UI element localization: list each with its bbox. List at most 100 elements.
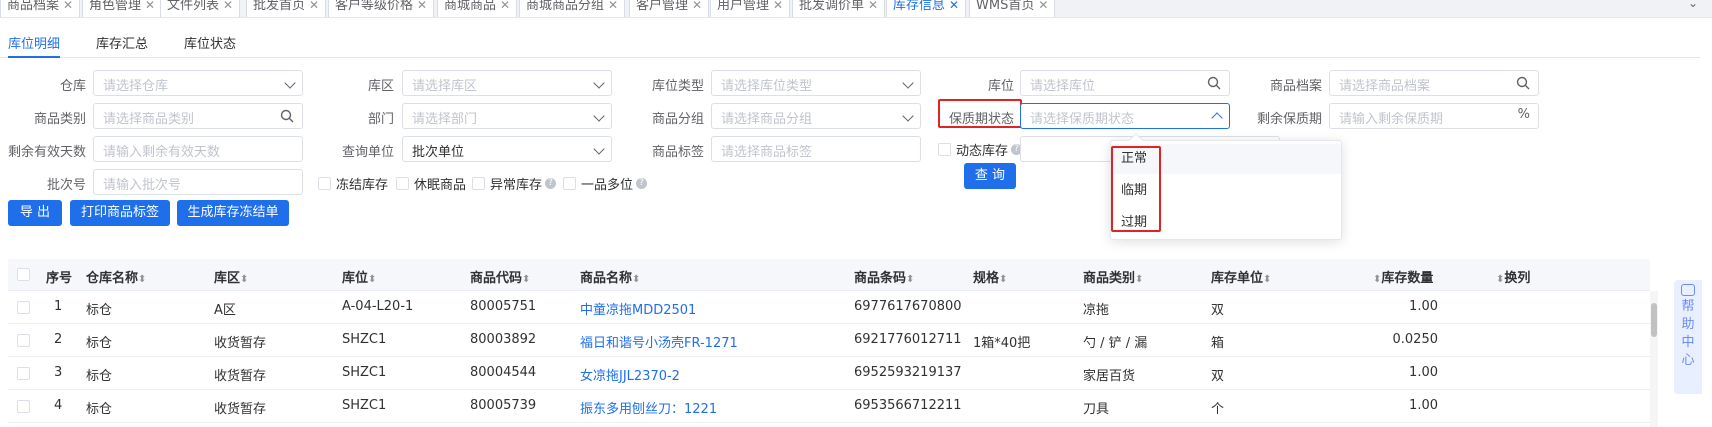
cell-product-name-link[interactable]: 福日和谐号小汤壳FR-1271 — [580, 332, 738, 351]
sort-icon[interactable]: ⬍ — [138, 274, 146, 285]
checkbox-box[interactable] — [396, 177, 409, 190]
location-select[interactable]: 请选择库位 — [1020, 70, 1230, 96]
checkbox-box[interactable] — [318, 177, 331, 190]
export-button[interactable]: 导 出 — [8, 200, 62, 226]
table-row[interactable]: 2 标仓 收货暂存 SHZC1 80003892 福日和谐号小汤壳FR-1271… — [8, 324, 1650, 357]
col-category[interactable]: 商品类别⬍ — [1083, 267, 1143, 286]
frozen-stock-checkbox[interactable]: 冻结库存 — [318, 174, 388, 193]
cell-product-name-link[interactable]: 女凉拖JJL2370-2 — [580, 365, 680, 384]
tab-user-management[interactable]: 用户管理 ✕ — [710, 0, 791, 17]
chevron-down-icon[interactable]: ⌄ — [1688, 0, 1698, 10]
tab-mall-product-group[interactable]: 商城商品分组 ✕ — [519, 0, 626, 17]
close-icon[interactable]: ✕ — [145, 0, 155, 12]
sort-icon[interactable]: ⬍ — [240, 274, 248, 285]
row-checkbox[interactable] — [17, 301, 30, 314]
tab-customer-level-price[interactable]: 客户等级价格 ✕ — [328, 0, 435, 17]
table-scrollbar-thumb[interactable] — [1651, 303, 1657, 337]
multi-location-checkbox[interactable]: 一品多位? — [563, 174, 648, 193]
query-unit-select[interactable]: 批次单位 — [402, 136, 612, 162]
search-icon[interactable] — [1207, 76, 1221, 90]
sort-icon[interactable]: ⬍ — [1135, 274, 1143, 285]
cell-product-name-link[interactable]: 中童凉拖MDD2501 — [580, 299, 696, 318]
print-label-button[interactable]: 打印商品标签 — [70, 200, 170, 226]
close-icon[interactable]: ✕ — [1038, 0, 1048, 12]
generate-freeze-button[interactable]: 生成库存冻结单 — [177, 200, 289, 226]
tab-role-management[interactable]: 角色管理 ✕ — [82, 0, 163, 17]
shelf-status-select[interactable]: 请选择保质期状态 — [1020, 103, 1230, 129]
close-icon[interactable]: ✕ — [417, 0, 427, 12]
cell-product-name-link[interactable]: 振东多用刨丝刀：1221 — [580, 398, 717, 417]
batch-no-input[interactable]: 请输入批次号 — [93, 169, 303, 195]
sort-icon[interactable]: ⬍ — [368, 274, 376, 285]
help-icon[interactable]: ? — [636, 178, 648, 189]
checkbox-box[interactable] — [563, 177, 576, 190]
col-zone[interactable]: 库区⬍ — [214, 267, 248, 286]
remaining-days-input[interactable]: 请输入剩余有效天数 — [93, 136, 303, 162]
close-icon[interactable]: ✕ — [608, 0, 618, 12]
col-quantity[interactable]: ⬍库存数量 — [1373, 267, 1433, 286]
query-button[interactable]: 查 询 — [964, 163, 1016, 189]
close-icon[interactable]: ✕ — [63, 0, 73, 12]
abnormal-stock-checkbox[interactable]: 异常库存? — [472, 174, 557, 193]
tab-mall-product[interactable]: 商城商品 ✕ — [437, 0, 518, 17]
table-row[interactable]: 1 标仓 A区 A-04-L20-1 80005751 中童凉拖MDD2501 … — [8, 291, 1650, 324]
help-icon[interactable]: ? — [545, 178, 557, 189]
department-select[interactable]: 请选择部门 — [402, 103, 612, 129]
col-spec[interactable]: 规格⬍ — [973, 267, 1007, 286]
category-select[interactable]: 请选择商品类别 — [93, 103, 303, 129]
select-all-checkbox[interactable] — [17, 268, 30, 281]
close-icon[interactable]: ✕ — [868, 0, 878, 12]
table-row[interactable]: 4 标仓 收货暂存 SHZC1 80005739 振东多用刨丝刀：1221 69… — [8, 390, 1650, 423]
row-checkbox[interactable] — [17, 334, 30, 347]
search-icon[interactable] — [1516, 76, 1530, 90]
remaining-shelf-input[interactable]: 请输入剩余保质期 % — [1329, 103, 1539, 129]
tab-inventory-info[interactable]: 库存信息 ✕ — [886, 0, 967, 17]
col-warehouse[interactable]: 仓库名称⬍ — [86, 267, 146, 286]
tab-file-list[interactable]: 文件列表 ✕ — [160, 0, 241, 17]
option-expired[interactable]: 过期 — [1111, 208, 1341, 238]
close-icon[interactable]: ✕ — [309, 0, 319, 12]
product-archive-select[interactable]: 请选择商品档案 — [1329, 70, 1539, 96]
row-checkbox[interactable] — [17, 367, 30, 380]
checkbox-box[interactable] — [938, 143, 951, 156]
close-icon[interactable]: ✕ — [692, 0, 702, 12]
help-center-tab[interactable]: 帮 助 中 心 — [1674, 280, 1702, 394]
col-switch[interactable]: ⬍换列 — [1496, 267, 1530, 286]
col-barcode[interactable]: 商品条码⬍ — [854, 267, 914, 286]
sort-icon[interactable]: ⬍ — [522, 274, 530, 285]
sort-icon[interactable]: ⬍ — [632, 274, 640, 285]
close-icon[interactable]: ✕ — [223, 0, 233, 12]
close-icon[interactable]: ✕ — [949, 0, 959, 12]
row-checkbox[interactable] — [17, 400, 30, 413]
subtab-inventory-summary[interactable]: 库存汇总 — [96, 33, 148, 58]
checkbox-box[interactable] — [472, 177, 485, 190]
table-row[interactable]: 3 标仓 收货暂存 SHZC1 80004544 女凉拖JJL2370-2 69… — [8, 357, 1650, 390]
zone-select[interactable]: 请选择库区 — [402, 70, 612, 96]
product-tag-select[interactable]: 请选择商品标签 — [711, 136, 921, 162]
search-icon[interactable] — [280, 109, 294, 123]
dormant-product-checkbox[interactable]: 休眠商品 — [396, 174, 466, 193]
dynamic-stock-checkbox[interactable]: 动态库存 ? — [938, 140, 1023, 159]
sort-icon[interactable]: ⬍ — [1263, 274, 1271, 285]
col-label: 库位 — [342, 271, 369, 286]
subtab-location-status[interactable]: 库位状态 — [184, 33, 236, 58]
col-product-code[interactable]: 商品代码⬍ — [470, 267, 530, 286]
product-group-select[interactable]: 请选择商品分组 — [711, 103, 921, 129]
option-near-expiry[interactable]: 临期 — [1111, 176, 1341, 206]
warehouse-select[interactable]: 请选择仓库 — [93, 70, 303, 96]
col-product-name[interactable]: 商品名称⬍ — [580, 267, 640, 286]
col-location[interactable]: 库位⬍ — [342, 267, 376, 286]
subtab-location-detail[interactable]: 库位明细 — [8, 33, 61, 58]
tab-customer-management[interactable]: 客户管理 ✕ — [629, 0, 710, 17]
tab-wms-home[interactable]: WMS首页 ✕ — [969, 0, 1056, 17]
sort-icon[interactable]: ⬍ — [999, 274, 1007, 285]
close-icon[interactable]: ✕ — [773, 0, 783, 12]
col-unit[interactable]: 库存单位⬍ — [1211, 267, 1271, 286]
tab-wholesale-price-adjust[interactable]: 批发调价单 ✕ — [792, 0, 886, 17]
option-normal[interactable]: 正常 — [1111, 144, 1341, 174]
tab-product-archive[interactable]: 商品档案 ✕ — [0, 0, 81, 17]
tab-wholesale-home[interactable]: 批发首页 ✕ — [246, 0, 327, 17]
close-icon[interactable]: ✕ — [500, 0, 510, 12]
sort-icon[interactable]: ⬍ — [906, 274, 914, 285]
location-type-select[interactable]: 请选择库位类型 — [711, 70, 921, 96]
